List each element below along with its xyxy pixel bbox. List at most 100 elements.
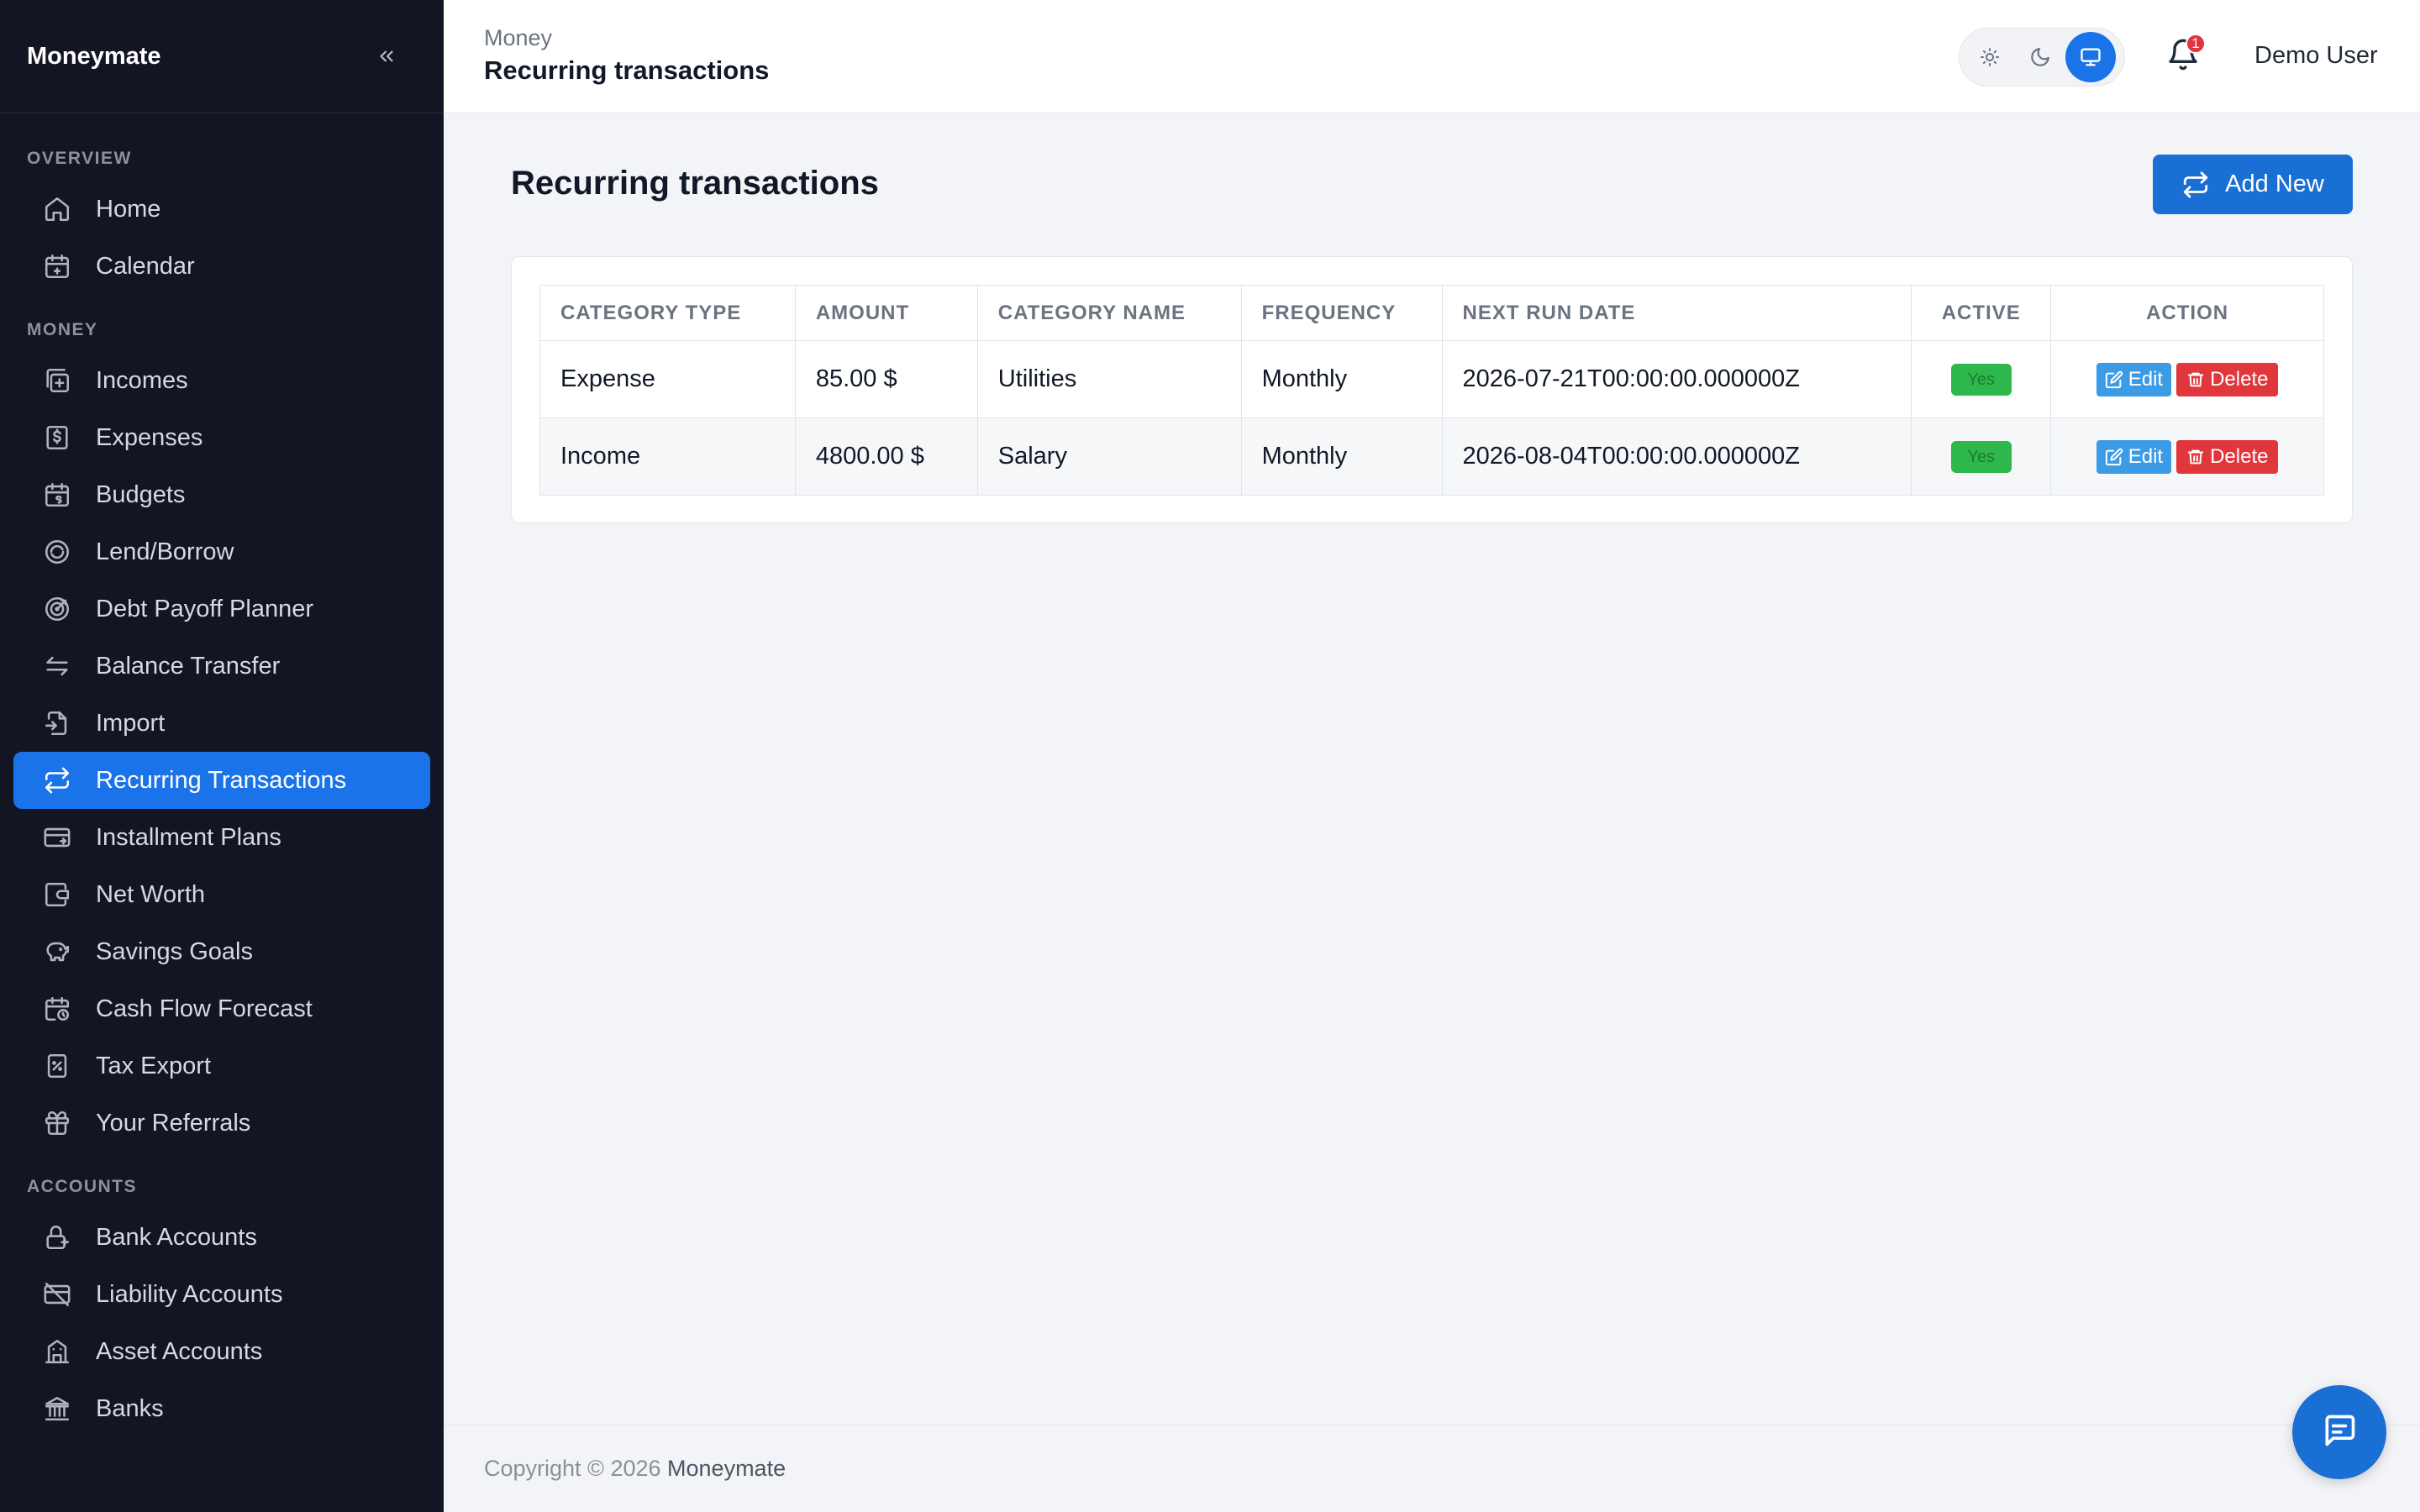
dark-mode-icon[interactable] [2015, 32, 2065, 82]
delete-label: Delete [2210, 444, 2269, 468]
sidebar-item-asset-accounts[interactable]: Asset Accounts [13, 1323, 430, 1380]
sidebar-item-label: Expenses [96, 423, 203, 451]
action-cell: Edit Delete [2050, 417, 2324, 496]
transactions-card: CATEGORY TYPE AMOUNT CATEGORY NAME FREQU… [511, 256, 2353, 523]
sidebar-item-cash-flow-forecast[interactable]: Cash Flow Forecast [13, 980, 430, 1037]
sidebar-item-label: Recurring Transactions [96, 766, 347, 794]
building-icon [42, 1336, 72, 1367]
lend-borrow-icon [42, 537, 72, 567]
sidebar-item-label: Bank Accounts [96, 1223, 257, 1251]
edit-icon [2105, 448, 2123, 465]
sidebar-item-calendar[interactable]: Calendar [13, 238, 430, 295]
import-icon [42, 708, 72, 738]
transfer-icon [42, 651, 72, 681]
light-mode-icon[interactable] [1965, 32, 2015, 82]
amount-cell: 4800.00 $ [794, 417, 978, 496]
sidebar-item-budgets[interactable]: Budgets [13, 466, 430, 523]
sidebar-item-banks[interactable]: Banks [13, 1380, 430, 1437]
edit-icon [2105, 370, 2123, 388]
category-type-cell: Expense [539, 340, 796, 418]
sidebar-item-net-worth[interactable]: Net Worth [13, 866, 430, 923]
sidebar-item-lend-borrow[interactable]: Lend/Borrow [13, 523, 430, 580]
category-type-cell: Income [539, 417, 796, 496]
active-status-badge: Yes [1950, 440, 2012, 473]
page-title: Recurring transactions [511, 165, 879, 202]
table-header-row: CATEGORY TYPE AMOUNT CATEGORY NAME FREQU… [539, 285, 2324, 341]
column-header[interactable]: CATEGORY NAME [976, 285, 1242, 341]
footer-brand-link[interactable]: Moneymate [667, 1456, 786, 1481]
notification-count-badge: 1 [2186, 34, 2206, 54]
sidebar-item-tax-export[interactable]: Tax Export [13, 1037, 430, 1095]
sidebar-item-label: Import [96, 709, 166, 737]
home-icon [42, 194, 72, 224]
sidebar-item-import[interactable]: Import [13, 695, 430, 752]
sidebar-item-installment-plans[interactable]: Installment Plans [13, 809, 430, 866]
edit-button[interactable]: Edit [2096, 439, 2172, 474]
sidebar-item-your-referrals[interactable]: Your Referrals [13, 1095, 430, 1152]
sidebar-item-label: Liability Accounts [96, 1280, 283, 1308]
column-header: ACTION [2050, 285, 2324, 341]
tax-icon [42, 1051, 72, 1081]
collapse-sidebar-icon[interactable] [370, 39, 403, 73]
sidebar-item-label: Tax Export [96, 1052, 211, 1079]
edit-label: Edit [2128, 444, 2164, 468]
trash-icon [2187, 372, 2204, 386]
amount-cell: 85.00 $ [794, 340, 978, 418]
sidebar-item-savings-goals[interactable]: Savings Goals [13, 923, 430, 980]
active-status-badge: Yes [1950, 363, 2012, 396]
footer: Copyright © 2026 Moneymate [444, 1425, 2420, 1512]
delete-label: Delete [2210, 367, 2269, 391]
calendar-icon [42, 251, 72, 281]
edit-label: Edit [2128, 367, 2164, 391]
user-menu[interactable]: Demo User [2254, 42, 2378, 70]
sidebar-item-balance-transfer[interactable]: Balance Transfer [13, 638, 430, 695]
wallet-icon [42, 879, 72, 910]
breadcrumb[interactable]: Money [484, 25, 552, 51]
sidebar-item-label: Incomes [96, 366, 188, 394]
repeat-icon [2181, 171, 2210, 199]
chat-support-button[interactable] [2292, 1385, 2386, 1479]
sidebar-item-label: Net Worth [96, 880, 206, 908]
sidebar: Moneymate OVERVIEW Home Calendar MONEY Incom… [0, 0, 444, 1512]
sidebar-item-label: Debt Payoff Planner [96, 595, 314, 622]
table-row: Expense 85.00 $ Utilities Monthly 2026-0… [539, 340, 2324, 418]
theme-switcher [1959, 28, 2125, 87]
column-header[interactable]: FREQUENCY [1240, 285, 1443, 341]
copyright-label: Copyright © 2026 [484, 1456, 661, 1481]
top-header: Money Recurring transactions 1 Demo User [444, 0, 2420, 113]
app-logo-text: Moneymate [27, 42, 161, 70]
column-header[interactable]: ACTIVE [1911, 285, 2052, 341]
sidebar-item-liability-accounts[interactable]: Liability Accounts [13, 1266, 430, 1323]
incomes-icon [42, 365, 72, 396]
column-header[interactable]: AMOUNT [794, 285, 978, 341]
next-run-date-cell: 2026-08-04T00:00:00.000000Z [1441, 417, 1912, 496]
delete-button[interactable]: Delete [2176, 439, 2279, 474]
active-cell: Yes [1911, 340, 2052, 418]
next-run-date-cell: 2026-07-21T00:00:00.000000Z [1441, 340, 1912, 418]
gift-icon [42, 1108, 72, 1138]
action-cell: Edit Delete [2050, 340, 2324, 418]
sidebar-item-expenses[interactable]: Expenses [13, 409, 430, 466]
sidebar-item-home[interactable]: Home [13, 181, 430, 238]
sidebar-item-bank-accounts[interactable]: Bank Accounts [13, 1209, 430, 1266]
sidebar-item-label: Cash Flow Forecast [96, 995, 313, 1022]
chat-icon [2321, 1412, 2358, 1453]
sidebar-item-label: Balance Transfer [96, 652, 281, 680]
column-header[interactable]: NEXT RUN DATE [1441, 285, 1912, 341]
column-header[interactable]: CATEGORY TYPE [539, 285, 796, 341]
sidebar-item-label: Lend/Borrow [96, 538, 234, 565]
section-label-overview: OVERVIEW [27, 149, 132, 168]
bank-lock-icon [42, 1222, 72, 1252]
edit-button[interactable]: Edit [2096, 362, 2172, 396]
category-name-cell: Utilities [976, 340, 1242, 418]
sidebar-item-incomes[interactable]: Incomes [13, 352, 430, 409]
sidebar-header: Moneymate [0, 0, 444, 113]
add-new-button[interactable]: Add New [2153, 155, 2353, 214]
system-mode-icon[interactable] [2065, 32, 2116, 82]
frequency-cell: Monthly [1240, 340, 1443, 418]
sidebar-item-recurring-transactions[interactable]: Recurring Transactions [13, 752, 430, 809]
sidebar-item-debt-payoff-planner[interactable]: Debt Payoff Planner [13, 580, 430, 638]
table-row: Income 4800.00 $ Salary Monthly 2026-08-… [539, 417, 2324, 496]
delete-button[interactable]: Delete [2176, 362, 2279, 396]
section-label-money: MONEY [27, 320, 98, 339]
